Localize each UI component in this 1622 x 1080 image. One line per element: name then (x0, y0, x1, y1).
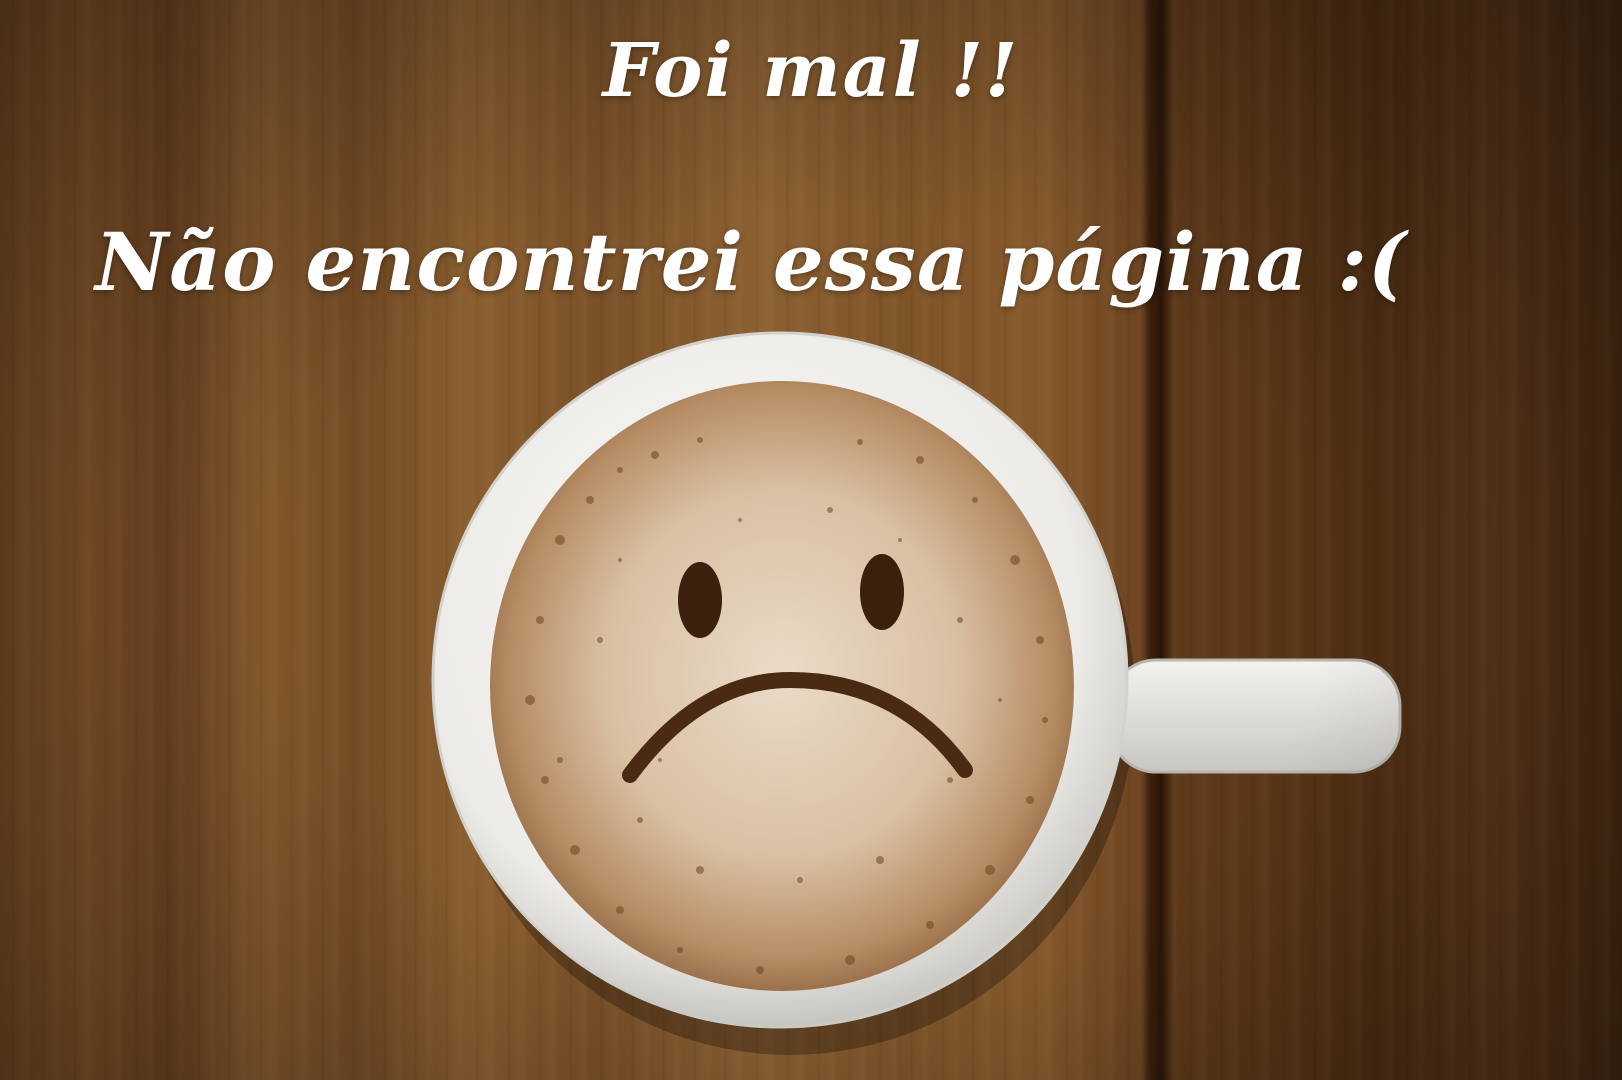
cup-handle (1108, 658, 1402, 774)
not-found-page: Foi mal !! Não encontrei essa página :( (0, 0, 1622, 1080)
error-subtitle: Não encontrei essa página :( (95, 215, 1407, 309)
left-eye (678, 562, 722, 638)
error-title: Foi mal !! (602, 28, 1020, 114)
right-eye (860, 554, 904, 630)
sad-coffee-cup-icon (431, 331, 1402, 1055)
